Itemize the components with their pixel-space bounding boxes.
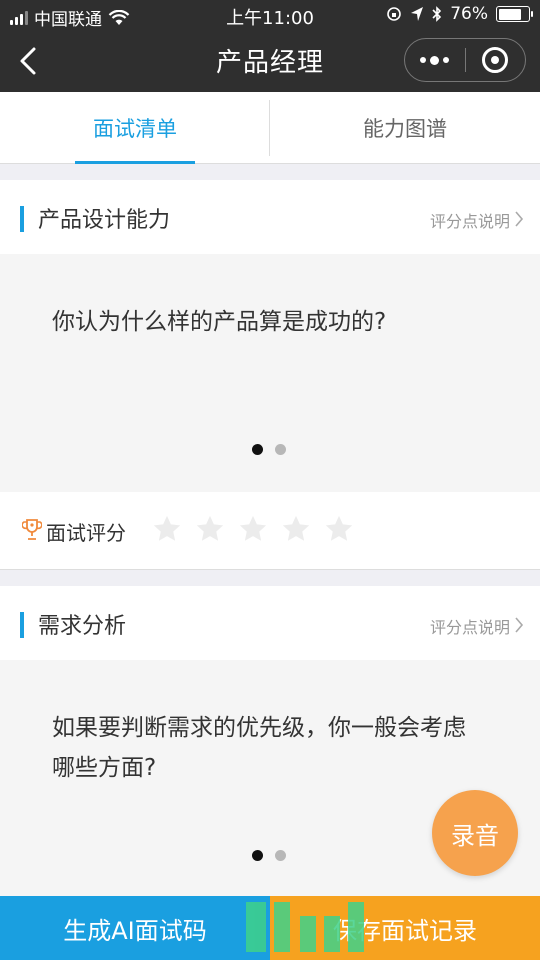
star-rating bbox=[152, 514, 354, 544]
status-bar: 中国联通 上午11:00 76% bbox=[0, 0, 540, 30]
section-title: 产品设计能力 bbox=[38, 208, 171, 233]
mini-program-capsule bbox=[404, 38, 526, 82]
battery-icon bbox=[496, 6, 533, 22]
record-button[interactable]: 录音 bbox=[432, 790, 518, 876]
question-text: 你认为什么样的产品算是成功的? bbox=[52, 309, 387, 335]
star-icon[interactable] bbox=[195, 514, 225, 544]
save-record-button[interactable]: 保存面试记录 bbox=[270, 896, 540, 960]
scoring-notes-link[interactable]: 评分点说明 bbox=[430, 208, 510, 232]
scoring-notes-link[interactable]: 评分点说明 bbox=[430, 614, 510, 638]
page-dot bbox=[275, 444, 286, 455]
location-icon bbox=[411, 7, 424, 21]
page-dot bbox=[275, 850, 286, 861]
question-card[interactable]: 你认为什么样的产品算是成功的? bbox=[0, 254, 540, 492]
target-circle-icon bbox=[482, 47, 509, 73]
more-button[interactable] bbox=[405, 39, 465, 81]
tab-interview-list[interactable]: 面试清单 bbox=[0, 92, 270, 164]
page-dot bbox=[252, 444, 263, 455]
battery-level bbox=[498, 8, 521, 20]
question-text: 如果要判断需求的优先级，你一般会考虑哪些方面? bbox=[52, 715, 466, 781]
star-icon[interactable] bbox=[281, 514, 311, 544]
section-accent-bar bbox=[20, 612, 24, 638]
chevron-right-icon bbox=[515, 617, 524, 633]
more-dots-icon bbox=[420, 55, 450, 65]
section-header: 产品设计能力 评分点说明 bbox=[0, 180, 540, 254]
screen-lock-icon bbox=[387, 7, 402, 21]
bluetooth-icon bbox=[432, 6, 442, 22]
trophy-icon bbox=[22, 519, 42, 540]
close-button[interactable] bbox=[465, 39, 525, 81]
tab-ability-map[interactable]: 能力图谱 bbox=[270, 92, 540, 164]
chevron-right-icon bbox=[515, 211, 524, 227]
status-right: 76% bbox=[386, 4, 533, 24]
tab-divider bbox=[269, 100, 270, 156]
bottom-action-bar: 生成AI面试码 保存面试记录 bbox=[0, 896, 540, 960]
page-indicator bbox=[252, 444, 286, 455]
rating-row: 面试评分 bbox=[0, 492, 540, 570]
page-dot bbox=[252, 850, 263, 861]
star-icon[interactable] bbox=[324, 514, 354, 544]
generate-ai-code-button[interactable]: 生成AI面试码 bbox=[0, 896, 270, 960]
tab-bar: 面试清单 能力图谱 bbox=[0, 92, 540, 164]
page-indicator bbox=[252, 850, 286, 861]
star-icon[interactable] bbox=[152, 514, 182, 544]
rating-label: 面试评分 bbox=[46, 521, 126, 545]
section-header: 需求分析 评分点说明 bbox=[0, 586, 540, 660]
star-icon[interactable] bbox=[238, 514, 268, 544]
section-accent-bar bbox=[20, 206, 24, 232]
battery-percent: 76% bbox=[450, 4, 488, 24]
nav-bar: 产品经理 bbox=[0, 30, 540, 92]
section-title: 需求分析 bbox=[38, 614, 127, 639]
